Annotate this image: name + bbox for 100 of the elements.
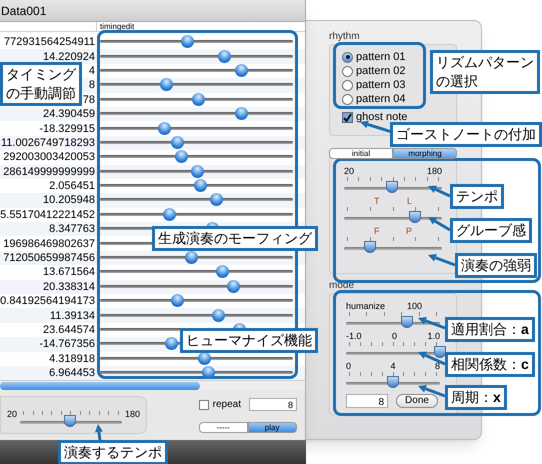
callout-tooltip: リズムパターンの選択 — [430, 50, 540, 94]
table-cell: -18.329915 — [39, 122, 95, 136]
tab[interactable]: initial — [329, 148, 393, 159]
callout-tooltip: 周期：x — [445, 385, 507, 410]
scale-label: 180 — [426, 165, 442, 177]
radio-button[interactable] — [342, 52, 353, 62]
table-cell: 196986469802637 — [3, 236, 95, 251]
table-cell: 14.220924 — [43, 50, 95, 64]
scrollbar[interactable] — [0, 382, 200, 390]
number-field[interactable]: 8 — [249, 398, 297, 412]
column-header[interactable]: timingedit — [97, 22, 134, 31]
repeat-checkbox[interactable]: repeat — [198, 397, 241, 412]
table-cell: 712050659987456 — [3, 251, 95, 266]
table-cell: 23.644574 — [43, 323, 95, 337]
table-cell: 8.347763 — [49, 222, 95, 236]
scale-label: humanize — [346, 300, 386, 312]
slider-thumb[interactable] — [202, 366, 216, 380]
tab[interactable]: morphing — [393, 148, 457, 159]
table-cell: 8 — [88, 78, 95, 92]
callout-tooltip: 適用割合：a — [445, 317, 535, 342]
leader-arrow — [94, 424, 103, 442]
slider-thumb[interactable] — [401, 316, 414, 328]
table-cell: 6.964453 — [49, 366, 95, 380]
slider-thumb[interactable] — [234, 64, 248, 77]
callout-tooltip: ヒューマナイズ機能 — [180, 328, 318, 353]
slider-thumb[interactable] — [364, 241, 376, 253]
scale-label: 100 — [407, 300, 422, 312]
slider-thumb[interactable] — [218, 50, 231, 63]
slider-thumb[interactable] — [171, 136, 184, 149]
slider-thumb[interactable] — [180, 35, 194, 48]
radio-button[interactable] — [342, 94, 353, 104]
leader-arrow — [360, 120, 392, 134]
scale-label: 1.0 — [427, 330, 440, 342]
slider-thumb[interactable] — [387, 376, 399, 388]
callout-tooltip: 演奏するテンポ — [58, 440, 168, 464]
slider-thumb[interactable] — [190, 164, 204, 178]
scale-label: 4 — [390, 360, 396, 372]
radio-button[interactable] — [342, 80, 353, 90]
slider-thumb[interactable] — [434, 346, 446, 358]
slider-thumb[interactable] — [163, 208, 176, 221]
callout-tooltip: 演奏の強弱 — [455, 253, 537, 278]
slider-thumb[interactable] — [165, 337, 178, 350]
done-button[interactable]: Done — [396, 394, 438, 408]
leader-arrow — [428, 186, 451, 198]
group-title: rhythm — [329, 30, 361, 44]
scale-label: 20 — [7, 408, 18, 422]
slider-thumb[interactable] — [227, 280, 240, 293]
segment-button[interactable]: ----- — [198, 422, 248, 434]
scale-label: F — [374, 225, 380, 237]
slider-thumb[interactable] — [408, 211, 421, 223]
slider-thumb[interactable] — [210, 193, 223, 206]
leader-arrow — [428, 217, 451, 232]
slider-thumb[interactable] — [386, 181, 398, 193]
scale-label: 180 — [124, 408, 140, 422]
table-cell: 5.55170412221452 — [0, 208, 95, 222]
slider-thumb[interactable] — [171, 294, 184, 308]
callout-tooltip: テンポ — [450, 184, 504, 209]
table-cell: 2.056451 — [49, 179, 95, 194]
slider-thumb[interactable] — [64, 415, 76, 428]
radio-option[interactable]: pattern 03 — [342, 78, 406, 92]
leader-arrow — [418, 385, 446, 398]
table-cell: 10.205948 — [43, 193, 95, 208]
scale-label: -1.0 — [346, 330, 362, 342]
scale-label: 0 — [392, 330, 397, 342]
checkbox-option[interactable]: ghost note — [342, 111, 408, 124]
table-cell: 4.318918 — [49, 352, 95, 366]
segment-button[interactable]: play — [248, 422, 297, 434]
slider-thumb[interactable] — [175, 150, 188, 164]
slider-thumb[interactable] — [160, 78, 173, 92]
slider-thumb[interactable] — [234, 107, 248, 120]
radio-option[interactable]: pattern 01 — [342, 50, 406, 64]
table-cell: 772931564254911 — [4, 35, 95, 50]
checkbox[interactable] — [342, 112, 353, 123]
table-cell: 78 — [82, 92, 95, 107]
radio-option[interactable]: pattern 02 — [342, 64, 406, 78]
slider-thumb[interactable] — [194, 179, 208, 192]
slider-thumb[interactable] — [184, 251, 198, 264]
callout-tooltip: タイミングの手動調節 — [0, 62, 82, 106]
table-cell: 24.390459 — [43, 107, 95, 122]
table-cell: 11.39134 — [50, 308, 95, 323]
radio-button[interactable] — [342, 66, 353, 76]
number-field[interactable]: 8 — [346, 394, 388, 408]
callout-tooltip: グルーブ感 — [450, 218, 532, 243]
table-cell: 11.0026749718293 — [0, 136, 95, 150]
scale-label: P — [406, 225, 412, 237]
radio-option[interactable]: pattern 04 — [342, 92, 406, 106]
scale-label: 0 — [346, 360, 352, 372]
slider-thumb[interactable] — [212, 308, 225, 322]
table-cell: 13.671564 — [43, 265, 95, 280]
scale-label: L — [406, 195, 412, 207]
slider-thumb[interactable] — [158, 122, 171, 135]
slider-thumb[interactable] — [192, 92, 206, 106]
window-title: Data001 — [0, 2, 46, 20]
callout-tooltip: 相関係数：c — [445, 352, 535, 377]
table-cell: 286149999999999 — [3, 164, 95, 179]
table-cell: 0.84192564194173 — [0, 294, 95, 308]
slider-thumb[interactable] — [216, 265, 229, 278]
scale-label: 20 — [344, 165, 354, 177]
table-cell: -14.767356 — [39, 337, 95, 352]
leader-arrow — [418, 317, 446, 330]
